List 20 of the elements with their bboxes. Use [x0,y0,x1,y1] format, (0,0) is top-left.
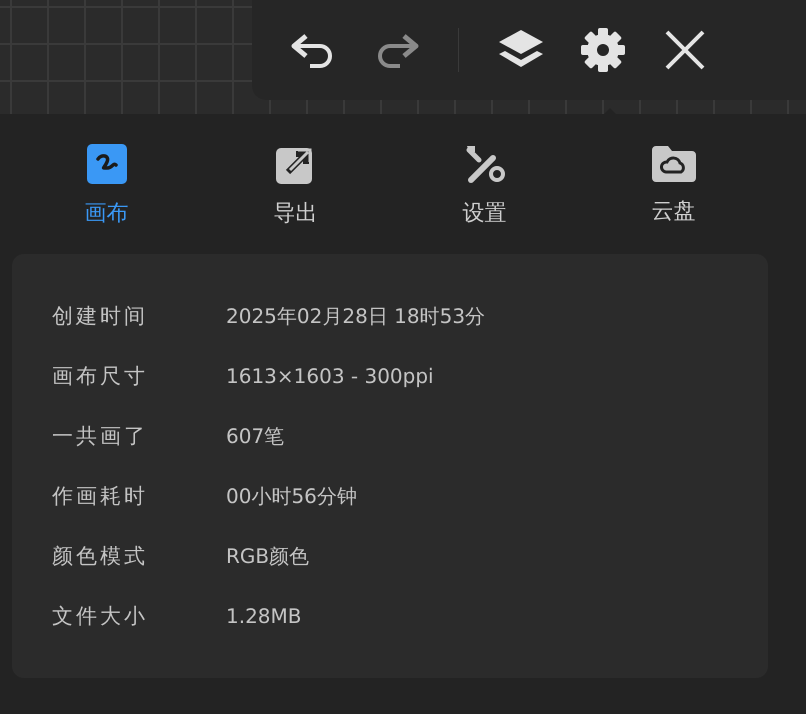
squiggle-icon [86,144,126,184]
settings-icon [579,26,627,74]
info-value: 1.28MB [226,604,302,628]
tab[interactable]: 云盘 [604,144,744,228]
tab[interactable]: 设置 [414,144,554,228]
info-value: 1613×1603 - 300ppi [226,364,434,388]
info-label: 画布尺寸 [52,363,149,390]
info-value: 607笔 [226,422,284,450]
cloud-folder-icon [652,144,696,182]
info-value: 2025年02月28日 18时53分 [226,302,486,330]
tab[interactable]: 画布 [36,144,176,228]
info-label: 文件大小 [52,603,149,630]
close-icon [663,28,707,72]
info-label: 一共画了 [52,423,149,450]
tab[interactable]: 导出 [226,144,366,228]
info-label: 颜色模式 [52,543,149,570]
info-value: RGB颜色 [226,542,310,570]
info-label: 作画耗时 [52,483,149,510]
info-value: 00小时56分钟 [226,482,357,510]
info-label: 创建时间 [52,303,149,330]
